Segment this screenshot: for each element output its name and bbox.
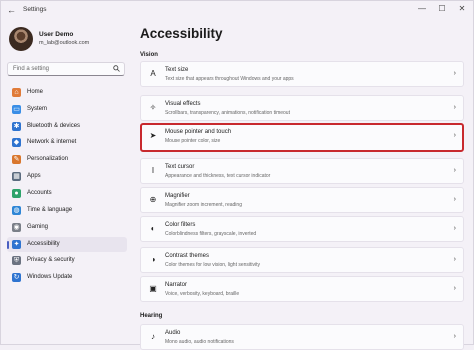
globe-icon: ◍ [12, 206, 21, 215]
card-subtitle: Mono audio, audio notifications [165, 339, 234, 345]
chevron-right-icon: › [453, 285, 456, 292]
text-cursor-icon: I [151, 166, 155, 175]
card-title: Narrator [165, 282, 188, 288]
card-mouse-pointer-and-touch[interactable]: ➤ Mouse pointer and touch Mouse pointer co… [140, 123, 464, 152]
card-narrator[interactable]: ▣ Narrator Voice, verbosity, keyboard, bra… [140, 276, 464, 302]
narrator-icon: ▣ [149, 284, 157, 293]
network-icon: ◆ [12, 138, 21, 147]
card-subtitle: Mouse pointer color, size [165, 138, 221, 144]
sidebar-item-label: Personalization [27, 156, 69, 162]
avatar [9, 27, 33, 51]
card-audio[interactable]: ♪ Audio Mono audio, audio notifications › [140, 324, 464, 350]
chevron-right-icon: › [453, 167, 456, 174]
chevron-right-icon: › [453, 256, 456, 263]
sidebar-item-label: Home [27, 89, 44, 95]
sidebar-item-accessibility[interactable]: ✦ Accessibility [7, 237, 127, 252]
card-title: Text size [165, 67, 189, 73]
sidebar-item-label: Gaming [27, 224, 49, 230]
close-button[interactable]: ✕ [455, 4, 469, 13]
card-title: Visual effects [165, 101, 201, 107]
card-contrast-themes[interactable]: ◑ Contrast themes Color themes for low vis… [140, 247, 464, 273]
sidebar-item-label: Network & internet [27, 139, 77, 145]
sidebar-item-network-internet[interactable]: ◆ Network & internet [7, 135, 127, 150]
user-name: User Demo [39, 31, 74, 38]
card-subtitle: Text size that appears throughout Window… [165, 76, 294, 82]
card-title: Mouse pointer and touch [165, 129, 232, 135]
card-title: Text cursor [165, 164, 195, 170]
sidebar-item-label: Apps [27, 173, 41, 179]
card-subtitle: Appearance and thickness, text cursor in… [165, 173, 271, 179]
sidebar-item-label: Bluetooth & devices [27, 123, 81, 129]
card-color-filters[interactable]: ◐ Color filters Colorblindness filters, gr… [140, 216, 464, 242]
sidebar-item-accounts[interactable]: ● Accounts [7, 186, 127, 201]
window-title: Settings [23, 6, 47, 13]
settings-window: ← Settings — ☐ ✕ User Demo m_lab@outlook… [0, 0, 474, 350]
shield-icon: ⛨ [12, 256, 21, 265]
card-title: Magnifier [165, 193, 190, 199]
sidebar-item-home[interactable]: ⌂ Home [7, 85, 127, 100]
apps-icon: ▦ [12, 172, 21, 181]
sidebar-item-label: Time & language [27, 207, 73, 213]
sidebar-item-label: Windows Update [27, 274, 73, 280]
contrast-icon: ◑ [150, 255, 156, 264]
maximize-button[interactable]: ☐ [435, 4, 449, 13]
chevron-right-icon: › [453, 225, 456, 232]
brush-icon: ✎ [12, 155, 21, 164]
sidebar-item-bluetooth-devices[interactable]: ✱ Bluetooth & devices [7, 119, 127, 134]
search-icon [113, 65, 120, 74]
visual-effects-icon: ✧ [149, 103, 157, 112]
update-icon: ↻ [12, 273, 21, 282]
chevron-right-icon: › [453, 196, 456, 203]
search-input[interactable]: Find a setting [7, 62, 125, 76]
sidebar-item-privacy-security[interactable]: ⛨ Privacy & security [7, 253, 127, 268]
card-title: Contrast themes [165, 253, 210, 259]
bluetooth-icon: ✱ [12, 122, 21, 131]
system-icon: ▭ [12, 105, 21, 114]
section-vision: Vision [140, 52, 158, 58]
section-hearing: Hearing [140, 313, 163, 319]
sidebar-item-label: Accessibility [27, 241, 60, 247]
card-subtitle: Magnifier zoom increment, reading [165, 202, 242, 208]
card-subtitle: Scrollbars, transparency, animations, no… [165, 110, 290, 116]
card-subtitle: Color themes for low vision, light sensi… [165, 262, 261, 268]
gaming-icon: ◉ [12, 223, 21, 232]
audio-icon: ♪ [151, 332, 155, 341]
back-button[interactable]: ← [7, 5, 17, 15]
sidebar-item-system[interactable]: ▭ System [7, 102, 127, 117]
title-bar: ← Settings — ☐ ✕ [1, 1, 473, 19]
accessibility-icon: ✦ [12, 240, 21, 249]
active-indicator [7, 241, 9, 249]
sidebar-item-label: System [27, 106, 48, 112]
card-title: Audio [165, 330, 181, 336]
chevron-right-icon: › [453, 132, 456, 139]
text-size-icon: A [150, 69, 156, 78]
card-subtitle: Voice, verbosity, keyboard, braille [165, 291, 240, 297]
card-text-cursor[interactable]: I Text cursor Appearance and thickness, te… [140, 158, 464, 184]
user-email: m_lab@outlook.com [39, 40, 90, 46]
sidebar-item-time-language[interactable]: ◍ Time & language [7, 203, 127, 218]
sidebar-item-label: Accounts [27, 190, 52, 196]
card-visual-effects[interactable]: ✧ Visual effects Scrollbars, transparency,… [140, 95, 464, 121]
sidebar-item-label: Privacy & security [27, 257, 75, 263]
page-title: Accessibility [140, 26, 223, 41]
chevron-right-icon: › [453, 333, 456, 340]
magnifier-icon: ⊕ [149, 195, 157, 204]
card-text-size[interactable]: A Text size Text size that appears through… [140, 61, 464, 87]
card-title: Color filters [165, 222, 196, 228]
chevron-right-icon: › [453, 70, 456, 77]
accounts-icon: ● [12, 189, 21, 198]
search-placeholder: Find a setting [13, 66, 50, 72]
mouse-pointer-icon: ➤ [149, 131, 157, 140]
sidebar-item-apps[interactable]: ▦ Apps [7, 169, 127, 184]
minimize-button[interactable]: — [415, 4, 429, 13]
sidebar-item-personalization[interactable]: ✎ Personalization [7, 152, 127, 167]
home-icon: ⌂ [12, 88, 21, 97]
chevron-right-icon: › [453, 104, 456, 111]
card-magnifier[interactable]: ⊕ Magnifier Magnifier zoom increment, read… [140, 187, 464, 213]
sidebar-item-gaming[interactable]: ◉ Gaming [7, 220, 127, 235]
sidebar-item-windows-update[interactable]: ↻ Windows Update [7, 270, 127, 285]
color-filters-icon: ◐ [150, 224, 156, 233]
card-subtitle: Colorblindness filters, grayscale, inver… [165, 231, 257, 237]
